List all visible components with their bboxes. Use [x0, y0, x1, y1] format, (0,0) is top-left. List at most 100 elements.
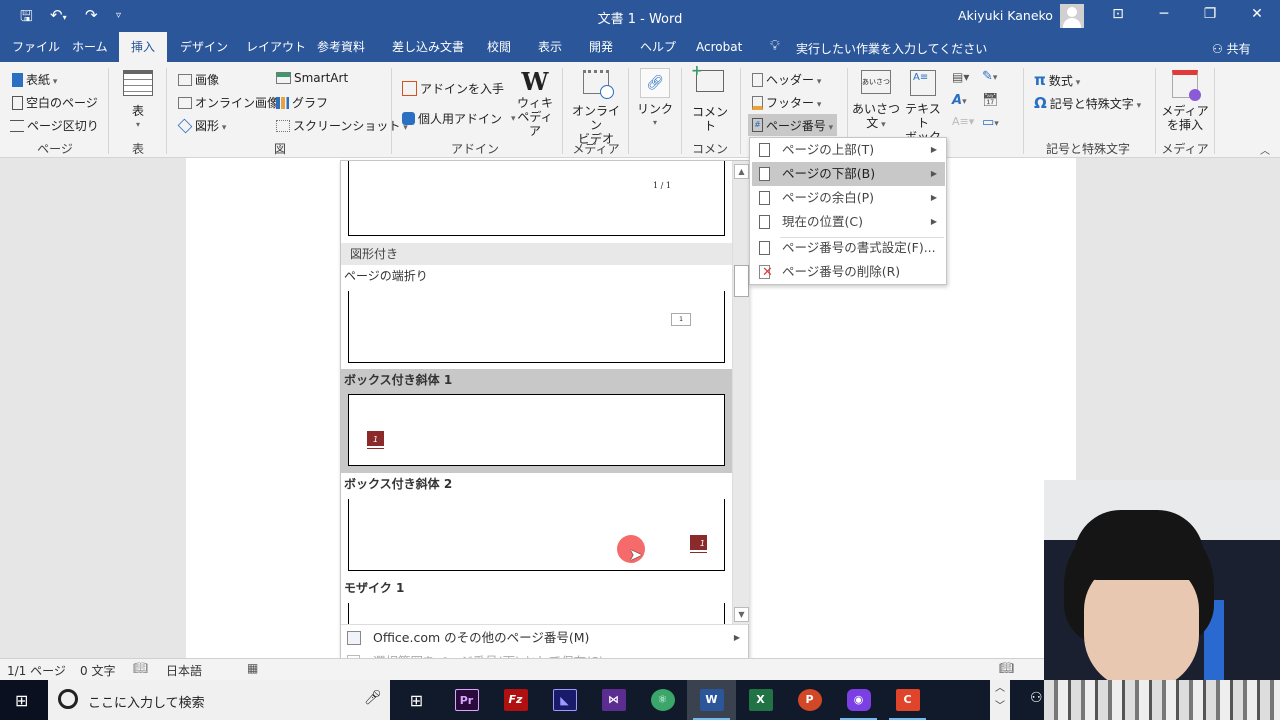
- equation-button[interactable]: π 数式: [1034, 71, 1080, 89]
- taskbar-excel[interactable]: X: [736, 680, 785, 720]
- online-picture-button[interactable]: オンライン画像: [178, 94, 279, 111]
- taskbar-app[interactable]: ◣: [540, 680, 589, 720]
- visual-studio-icon: ⋈: [601, 689, 626, 711]
- shapes-button[interactable]: 図形: [177, 117, 226, 134]
- gallery-thumb-mosaic-1[interactable]: [348, 603, 725, 625]
- camtasia-icon: C: [895, 689, 920, 711]
- chevron-up-icon: ︿: [995, 683, 1005, 694]
- taskbar-visual-studio[interactable]: ⋈: [589, 680, 638, 720]
- tab-layout[interactable]: レイアウト: [238, 32, 314, 62]
- tab-review[interactable]: 校閲: [479, 32, 519, 62]
- page-break-button[interactable]: ページ区切り: [10, 117, 99, 134]
- page-count[interactable]: 1/1 ページ: [7, 662, 66, 679]
- webcam-overlay: [1044, 480, 1280, 720]
- people-icon[interactable]: ⚇: [1030, 690, 1043, 706]
- minimize-button[interactable]: ─: [1144, 6, 1184, 22]
- language-indicator[interactable]: 日本語: [166, 662, 202, 679]
- signature-line-icon[interactable]: ✎▾: [982, 69, 997, 84]
- tab-mailings[interactable]: 差し込み文書: [384, 32, 472, 62]
- separator: [681, 68, 682, 154]
- ribbon: 表紙 空白のページ ページ区切り ページ 表 ▾ 表 画像 オンライン画像 図形…: [0, 62, 1280, 173]
- menu-item-page-margins[interactable]: ページの余白(P) ▶: [752, 186, 945, 210]
- blank-page-button[interactable]: 空白のページ: [12, 94, 98, 111]
- page-number-button[interactable]: # ページ番号: [748, 114, 838, 136]
- gallery-scrollbar[interactable]: ▲ ▼: [732, 161, 749, 624]
- proofing-icon[interactable]: 📖︎: [133, 661, 148, 675]
- tab-file[interactable]: ファイル: [4, 32, 68, 62]
- tab-developer[interactable]: 開発: [581, 32, 621, 62]
- menu-item-format-page-numbers[interactable]: ページ番号の書式設定(F)...: [752, 236, 945, 260]
- taskbar-search[interactable]: ここに入力して検索 🎤︎: [48, 680, 390, 720]
- taskbar-screen-recorder[interactable]: ◉: [834, 680, 883, 720]
- collapse-ribbon-icon[interactable]: ︿: [1260, 142, 1270, 157]
- gallery-thumb-page-fold[interactable]: 1: [348, 291, 725, 363]
- menu-item-bottom-of-page[interactable]: ページの下部(B) ▶: [752, 162, 945, 186]
- tab-home[interactable]: ホーム: [64, 32, 116, 62]
- microphone-icon[interactable]: 🎤︎: [364, 690, 382, 706]
- picture-icon: [178, 73, 192, 86]
- quick-parts-icon[interactable]: ▤▾: [952, 70, 969, 84]
- scroll-down-button[interactable]: ▼: [734, 607, 749, 622]
- tell-me-input[interactable]: 実行したい作業を入力してください: [796, 40, 987, 57]
- user-name[interactable]: Akiyuki Kaneko: [958, 8, 1053, 23]
- wordart-icon[interactable]: A▾: [952, 93, 967, 108]
- screenshot-button[interactable]: スクリーンショット: [276, 117, 408, 134]
- share-button[interactable]: ⚇ 共有: [1212, 40, 1251, 57]
- date-time-icon[interactable]: 📅︎: [982, 93, 999, 108]
- read-mode-icon[interactable]: 📖︎: [999, 661, 1014, 675]
- my-addins-button[interactable]: 個人用アドイン ▾: [402, 110, 516, 127]
- get-addins-button[interactable]: アドインを入手: [402, 80, 504, 97]
- word-count[interactable]: 0 文字: [80, 662, 115, 679]
- picture-button[interactable]: 画像: [178, 71, 219, 88]
- footer-button[interactable]: フッター: [752, 94, 821, 111]
- online-video-button[interactable]: オンライン ビデオ: [568, 70, 624, 146]
- comment-button[interactable]: + コメント: [688, 64, 732, 133]
- scroll-up-button[interactable]: ▲: [734, 164, 749, 179]
- tray-overflow[interactable]: ︿ ﹀: [990, 680, 1010, 720]
- header-button[interactable]: ヘッダー: [752, 71, 821, 88]
- avatar[interactable]: [1060, 4, 1084, 28]
- gallery-thumb-boxed-italic-2[interactable]: 1: [348, 499, 725, 571]
- ribbon-display-button[interactable]: ⊡: [1098, 6, 1138, 22]
- chart-button[interactable]: グラフ: [276, 94, 328, 111]
- smartart-button[interactable]: SmartArt: [276, 71, 348, 85]
- taskbar-camtasia[interactable]: C: [883, 680, 932, 720]
- gallery-thumb-plain[interactable]: 1 / 1: [348, 161, 725, 236]
- menu-item-remove-page-numbers[interactable]: ✕ ページ番号の削除(R): [752, 260, 945, 284]
- boxed-number: 1: [690, 535, 707, 552]
- menu-item-top-of-page[interactable]: ページの上部(T) ▶: [752, 138, 945, 162]
- wikipedia-button[interactable]: W ウィキ ペディア: [514, 68, 556, 139]
- restore-button[interactable]: ❐: [1190, 6, 1230, 22]
- taskbar-premiere[interactable]: Pr: [442, 680, 491, 720]
- symbol-button[interactable]: Ω 記号と特殊文字: [1034, 94, 1141, 112]
- table-button[interactable]: 表 ▾: [118, 70, 158, 132]
- tab-view[interactable]: 表示: [530, 32, 570, 62]
- textbox-icon: A≡: [910, 70, 936, 96]
- menu-item-current-position[interactable]: 現在の位置(C) ▶: [752, 210, 945, 234]
- taskbar-atom[interactable]: ⚛: [638, 680, 687, 720]
- link-button[interactable]: 🔗︎ リンク ▾: [635, 68, 675, 130]
- start-button[interactable]: ⊞: [0, 680, 48, 720]
- insert-media-button[interactable]: メディア を挿入: [1160, 70, 1210, 132]
- gallery-thumb-boxed-italic-1[interactable]: 1: [348, 394, 725, 466]
- smartart-icon: [276, 72, 291, 84]
- macro-icon[interactable]: ▦: [247, 661, 258, 675]
- tab-insert[interactable]: 挿入: [119, 32, 167, 62]
- scrollbar-thumb[interactable]: [734, 265, 749, 297]
- tab-references[interactable]: 参考資料: [309, 32, 373, 62]
- boxed-number: 1: [367, 431, 384, 448]
- tab-acrobat[interactable]: Acrobat: [688, 32, 750, 62]
- online-picture-icon: [178, 96, 192, 109]
- screen-recorder-icon: ◉: [846, 689, 871, 711]
- object-icon[interactable]: ▭▾: [982, 115, 999, 130]
- cover-page-button[interactable]: 表紙: [12, 71, 57, 88]
- greeting-button[interactable]: あいさつ あいさつ 文: [852, 70, 900, 132]
- taskbar-word[interactable]: W: [687, 680, 736, 720]
- taskbar-filezilla[interactable]: Fz: [491, 680, 540, 720]
- taskbar-powerpoint[interactable]: P: [785, 680, 834, 720]
- close-button[interactable]: ✕: [1237, 6, 1277, 22]
- tab-help[interactable]: ヘルプ: [632, 32, 684, 62]
- more-page-numbers-item[interactable]: Office.com のその他のページ番号(M) ▶: [341, 626, 748, 650]
- taskbar-task-view[interactable]: ⊞: [392, 680, 441, 720]
- tab-design[interactable]: デザイン: [172, 32, 236, 62]
